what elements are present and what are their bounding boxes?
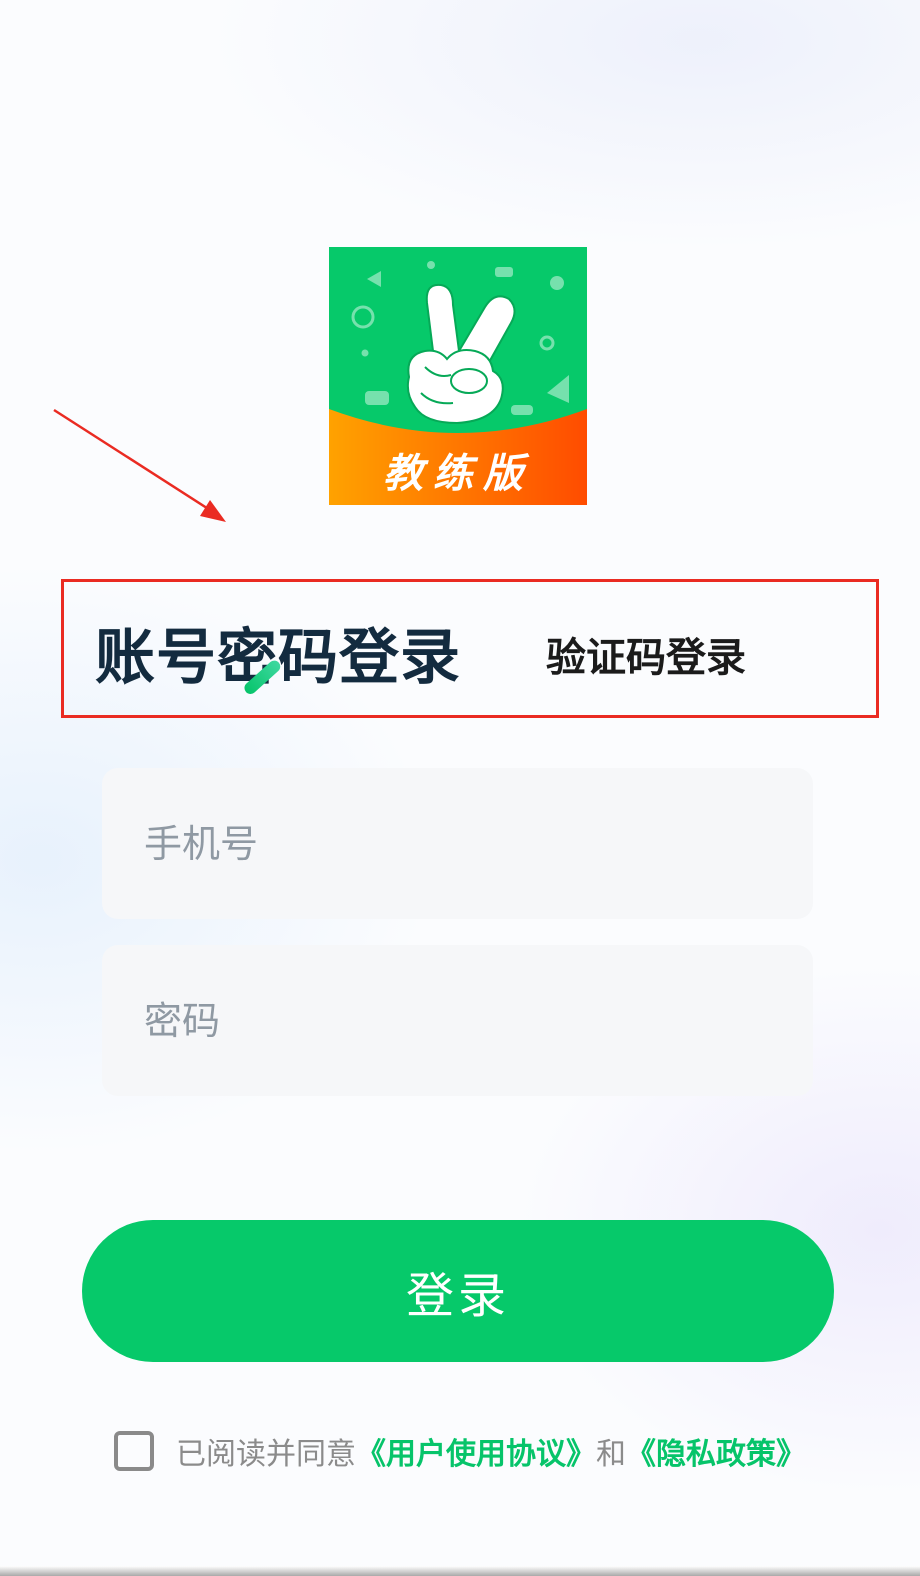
svg-text:教练版: 教练版 bbox=[383, 451, 533, 497]
agreement-conjunction: 和 bbox=[596, 1437, 626, 1472]
bottom-edge bbox=[0, 1566, 920, 1576]
password-field[interactable] bbox=[102, 945, 813, 1096]
phone-field[interactable] bbox=[102, 768, 813, 919]
login-button[interactable]: 登录 bbox=[82, 1220, 834, 1362]
annotation-arrow-icon bbox=[53, 408, 226, 522]
agreement-row: 已阅读并同意 《用户使用协议》 和 《隐私政策》 bbox=[114, 1427, 806, 1475]
agreement-prefix: 已阅读并同意 bbox=[176, 1437, 356, 1472]
tab-password-login[interactable]: 账号密码登录 bbox=[95, 618, 461, 698]
user-agreement-link[interactable]: 《用户使用协议》 bbox=[356, 1429, 596, 1473]
privacy-policy-link[interactable]: 《隐私政策》 bbox=[626, 1429, 806, 1473]
app-logo: 教练版 bbox=[329, 247, 587, 505]
checkbox-icon[interactable] bbox=[114, 1431, 154, 1471]
phone-input[interactable] bbox=[144, 821, 813, 866]
victory-hand-icon: 教练版 bbox=[329, 247, 587, 505]
tab-code-login[interactable]: 验证码登录 bbox=[546, 632, 746, 684]
password-input[interactable] bbox=[144, 998, 813, 1043]
